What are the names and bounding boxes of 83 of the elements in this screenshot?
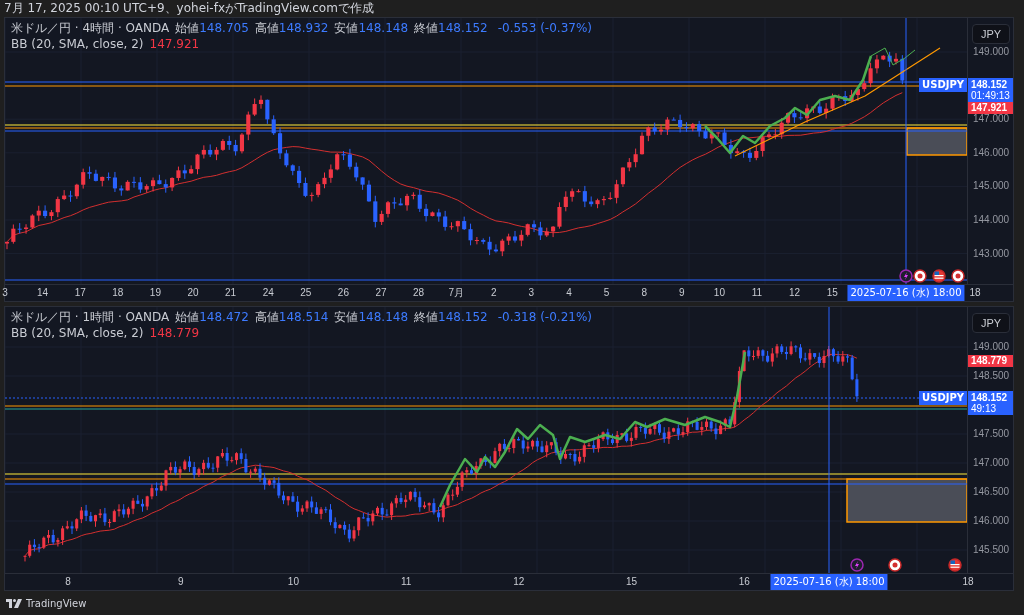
time-label: 8 (65, 575, 71, 589)
time-label: 24 (262, 286, 274, 300)
time-label: 19 (149, 286, 161, 300)
time-label: 4 (566, 286, 572, 300)
time-label: 28 (413, 286, 425, 300)
price-tick: 145.500 (973, 544, 1010, 556)
ohlc-label: 安値 (334, 21, 359, 36)
time-label: 5 (603, 286, 610, 300)
price-tick: 149.000 (973, 341, 1010, 353)
time-label: 20 (187, 286, 199, 300)
bar-countdown: 49:13 (971, 403, 997, 414)
last-price: 148.152 (971, 79, 1008, 90)
price-tick: 147.500 (973, 428, 1010, 440)
last-price: 148.152 (971, 392, 1008, 403)
time-label: 14 (37, 286, 49, 300)
ohlc-value: 148.472 (199, 310, 249, 325)
ohlc-value: 148.152 (438, 310, 488, 325)
time-label: 10 (713, 286, 725, 300)
crosshair-date: 2025-07-16 (水) 18:00 (847, 285, 965, 301)
ohlc-value: 148.514 (278, 310, 329, 325)
ohlc-label: 安値 (334, 310, 359, 325)
time-label: 9 (177, 575, 184, 589)
symbol-tag: USDJPY (919, 78, 967, 92)
ohlc-label: 高値 (254, 21, 279, 36)
time-label: 15 (625, 575, 638, 589)
ohlc-value: 148.932 (278, 21, 329, 36)
ohlc-label: 終値 (414, 310, 439, 325)
price-tick: 143.000 (973, 247, 1010, 260)
price-change: -0.318 (-0.21%) (497, 310, 592, 325)
ohlc-label: 始値 (175, 21, 200, 36)
price-tick: 149.000 (973, 46, 1010, 58)
time-label: 12 (513, 575, 525, 589)
currency-button[interactable]: JPY (972, 313, 1010, 333)
price-tick: 147.000 (973, 113, 1010, 126)
indicator-name: BB (20, SMA, close, 2) (11, 326, 144, 341)
time-label: 18 (112, 286, 124, 300)
ohlc-value: 148.148 (358, 21, 409, 36)
price-change: -0.553 (-0.37%) (497, 21, 592, 36)
indicator-value: 147.921 (149, 37, 200, 52)
time-label: 25 (300, 286, 312, 300)
time-label: 15 (826, 286, 838, 300)
currency-button[interactable]: JPY (972, 24, 1010, 44)
time-label: 27 (375, 286, 387, 300)
time-label: 3 (2, 286, 8, 300)
ohlc-label: 始値 (175, 310, 200, 325)
ohlc-value: 148.705 (199, 21, 249, 36)
time-label: 11 (400, 575, 412, 589)
time-label: 3 (528, 286, 535, 300)
ohlc-value: 148.148 (358, 310, 409, 325)
symbol-title: 米ドル／円 · 1時間 · OANDA (11, 310, 170, 325)
time-label: 17 (74, 286, 86, 300)
price-tick: 145.000 (973, 180, 1010, 193)
ohlc-value: 148.152 (438, 21, 488, 36)
indicator-tag: 148.779 (968, 355, 1013, 367)
time-label: 11 (751, 286, 763, 300)
time-label: 2 (491, 286, 497, 300)
ohlc-label: 終値 (414, 21, 439, 36)
price-tick: 146.500 (973, 486, 1010, 498)
price-tick: 146.000 (973, 515, 1010, 527)
symbol-tag: USDJPY (919, 391, 967, 405)
indicator-tag: 147.921 (968, 102, 1013, 114)
time-label: 21 (225, 286, 237, 300)
time-label: 9 (679, 286, 685, 300)
price-tick: 148.500 (973, 370, 1010, 382)
time-label: 12 (789, 286, 801, 300)
indicator-value: 148.779 (149, 326, 200, 341)
ohlc-label: 高値 (254, 310, 279, 325)
indicator-name: BB (20, SMA, close, 2) (11, 37, 144, 52)
crosshair-date: 2025-07-16 (水) 18:00 (770, 574, 888, 590)
time-label: 26 (337, 286, 349, 300)
time-label: 18 (962, 575, 974, 589)
brand-name: TradingView (26, 597, 87, 611)
time-label: 10 (287, 575, 299, 589)
price-tick: 147.000 (973, 457, 1010, 469)
time-label: 8 (641, 286, 647, 300)
time-label: 18 (969, 286, 981, 300)
bar-countdown: 01:49:13 (971, 90, 1010, 101)
price-tick: 144.000 (973, 214, 1010, 226)
time-label: 16 (738, 575, 750, 589)
symbol-title: 米ドル／円 · 4時間 · OANDA (11, 21, 170, 36)
price-tick: 146.000 (973, 146, 1010, 159)
snapshot-caption: 7月 17, 2025 00:10 UTC+9、yohei-fxがTradingView.comで作成 (4, 1, 374, 16)
time-label: 7月 (448, 286, 464, 300)
